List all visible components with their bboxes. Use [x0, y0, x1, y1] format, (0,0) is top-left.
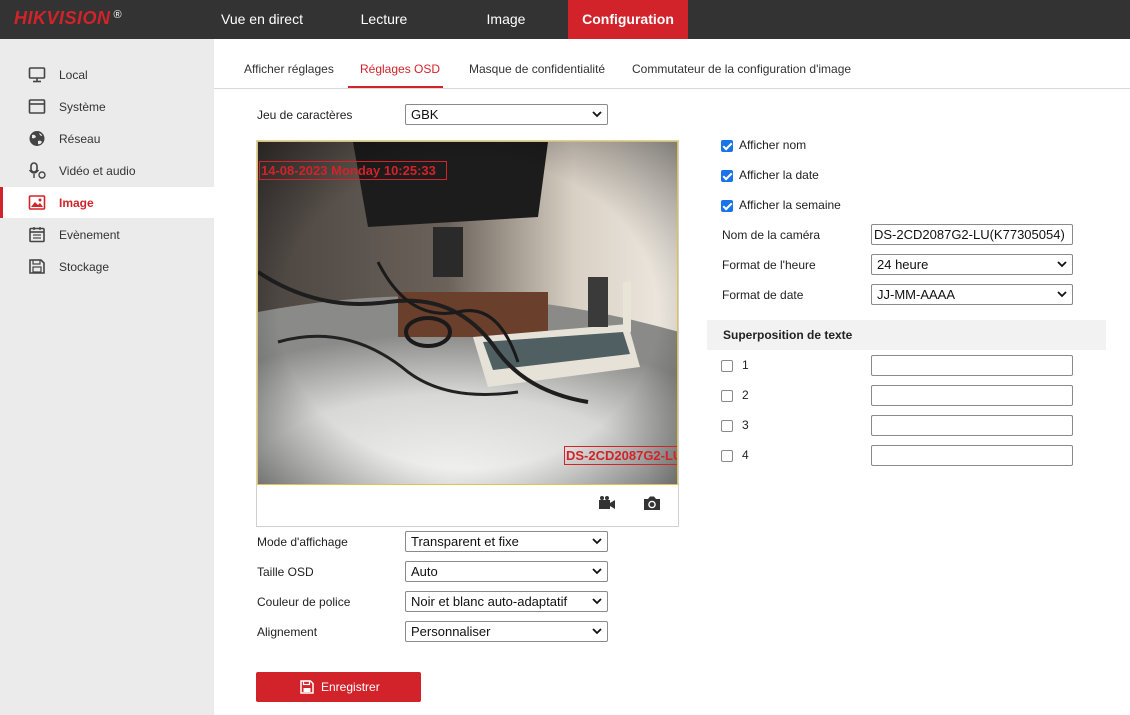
- sidebar-item-image[interactable]: Image: [0, 187, 214, 218]
- text-overlay-1-label: 1: [742, 358, 749, 372]
- charset-value: GBK: [411, 107, 439, 122]
- text-overlay-2-input[interactable]: [871, 385, 1073, 406]
- video-camera-icon[interactable]: [598, 495, 616, 511]
- sidebar-item-label: Local: [59, 68, 88, 82]
- sidebar-item-label: Réseau: [59, 132, 101, 146]
- osd-datetime-overlay[interactable]: 14-08-2023 Monday 10:25:33: [259, 161, 447, 180]
- nav-playback[interactable]: Lecture: [345, 0, 423, 39]
- text-overlay-4-checkbox[interactable]: [721, 450, 733, 462]
- osd-camera-name-overlay[interactable]: DS-2CD2087G2-LU: [564, 446, 677, 465]
- font-color-value: Noir et blanc auto-adaptatif: [411, 594, 568, 609]
- sidebar-item-system[interactable]: Système: [0, 91, 214, 122]
- sidebar-item-storage[interactable]: Stockage: [0, 251, 214, 282]
- sidebar-item-label: Vidéo et audio: [59, 164, 136, 178]
- nav-configuration[interactable]: Configuration: [568, 0, 688, 39]
- nav-image[interactable]: Image: [468, 0, 544, 39]
- text-overlay-header: Superposition de texte: [707, 320, 1106, 350]
- active-tab-indicator: [348, 86, 443, 88]
- save-button-label: Enregistrer: [321, 680, 380, 694]
- tab-image-config-switch[interactable]: Commutateur de la configuration d'image: [632, 62, 851, 76]
- time-format-value: 24 heure: [877, 257, 929, 272]
- chevron-down-icon: [592, 111, 602, 118]
- sidebar-item-network[interactable]: Réseau: [0, 123, 214, 154]
- text-overlay-4-input[interactable]: [871, 445, 1073, 466]
- microphone-icon: [28, 162, 46, 179]
- text-overlay-3-checkbox[interactable]: [721, 420, 733, 432]
- sidebar: Local Système Réseau Vidéo et audio Imag…: [0, 39, 214, 715]
- text-overlay-2-checkbox[interactable]: [721, 390, 733, 402]
- show-week-label: Afficher la semaine: [739, 198, 841, 212]
- sidebar-item-label: Evènement: [59, 228, 120, 242]
- alignment-select[interactable]: Personnaliser: [405, 621, 608, 642]
- font-color-label: Couleur de police: [257, 595, 351, 609]
- time-format-label: Format de l'heure: [722, 258, 816, 272]
- osd-size-label: Taille OSD: [257, 565, 314, 579]
- text-overlay-3-input[interactable]: [871, 415, 1073, 436]
- camera-icon[interactable]: [643, 495, 661, 511]
- image-icon: [28, 195, 46, 210]
- charset-select[interactable]: GBK: [405, 104, 608, 125]
- save-icon: [29, 259, 45, 274]
- text-overlay-1-checkbox[interactable]: [721, 360, 733, 372]
- show-week-checkbox[interactable]: [721, 200, 733, 212]
- font-color-select[interactable]: Noir et blanc auto-adaptatif: [405, 591, 608, 612]
- camera-name-label: Nom de la caméra: [722, 228, 821, 242]
- sidebar-item-local[interactable]: Local: [0, 59, 214, 90]
- sidebar-item-event[interactable]: Evènement: [0, 219, 214, 250]
- chevron-down-icon: [592, 568, 602, 575]
- sidebar-item-video-audio[interactable]: Vidéo et audio: [0, 155, 214, 186]
- globe-icon: [29, 131, 45, 146]
- monitor-icon: [28, 67, 46, 83]
- tab-osd-settings[interactable]: Réglages OSD: [360, 62, 440, 76]
- live-preview-panel: 14-08-2023 Monday 10:25:33 DS-2CD2087G2-…: [256, 140, 679, 527]
- camera-name-input[interactable]: DS-2CD2087G2-LU(K77305054): [871, 224, 1073, 245]
- display-mode-select[interactable]: Transparent et fixe: [405, 531, 608, 552]
- date-format-value: JJ-MM-AAAA: [877, 287, 955, 302]
- date-format-label: Format de date: [722, 288, 804, 302]
- time-format-select[interactable]: 24 heure: [871, 254, 1073, 275]
- show-date-checkbox[interactable]: [721, 170, 733, 182]
- show-name-label: Afficher nom: [739, 138, 807, 152]
- camera-preview-image: 14-08-2023 Monday 10:25:33 DS-2CD2087G2-…: [257, 141, 678, 485]
- save-icon: [300, 680, 314, 694]
- top-bar: HIKVISION ® Vue en direct Lecture Image C…: [0, 0, 1130, 39]
- display-mode-value: Transparent et fixe: [411, 534, 519, 549]
- show-date-label: Afficher la date: [739, 168, 819, 182]
- text-overlay-1-input[interactable]: [871, 355, 1073, 376]
- window-icon: [28, 99, 46, 114]
- chevron-down-icon: [1057, 291, 1067, 298]
- chevron-down-icon: [1057, 261, 1067, 268]
- text-overlay-2-label: 2: [742, 388, 749, 402]
- charset-label: Jeu de caractères: [257, 108, 353, 122]
- osd-size-value: Auto: [411, 564, 438, 579]
- nav-live-view[interactable]: Vue en direct: [214, 0, 310, 39]
- tab-display-settings[interactable]: Afficher réglages: [244, 62, 334, 76]
- tab-bar: Afficher réglages Réglages OSD Masque de…: [214, 39, 1130, 89]
- brand-name: HIKVISION: [14, 8, 111, 28]
- tab-privacy-mask[interactable]: Masque de confidentialité: [469, 62, 605, 76]
- sidebar-item-label: Stockage: [59, 260, 110, 274]
- chevron-down-icon: [592, 538, 602, 545]
- osd-size-select[interactable]: Auto: [405, 561, 608, 582]
- brand-logo: HIKVISION ®: [14, 8, 122, 30]
- calendar-icon: [29, 227, 45, 243]
- display-mode-label: Mode d'affichage: [257, 535, 348, 549]
- text-overlay-4-label: 4: [742, 448, 749, 462]
- text-overlay-3-label: 3: [742, 418, 749, 432]
- brand-registered-mark: ®: [113, 9, 123, 21]
- date-format-select[interactable]: JJ-MM-AAAA: [871, 284, 1073, 305]
- save-button[interactable]: Enregistrer: [256, 672, 421, 702]
- sidebar-item-label: Image: [59, 196, 94, 210]
- alignment-label: Alignement: [257, 625, 318, 639]
- sidebar-item-label: Système: [59, 100, 106, 114]
- alignment-value: Personnaliser: [411, 624, 491, 639]
- camera-scene-image: [258, 142, 677, 484]
- chevron-down-icon: [592, 628, 602, 635]
- show-name-checkbox[interactable]: [721, 140, 733, 152]
- chevron-down-icon: [592, 598, 602, 605]
